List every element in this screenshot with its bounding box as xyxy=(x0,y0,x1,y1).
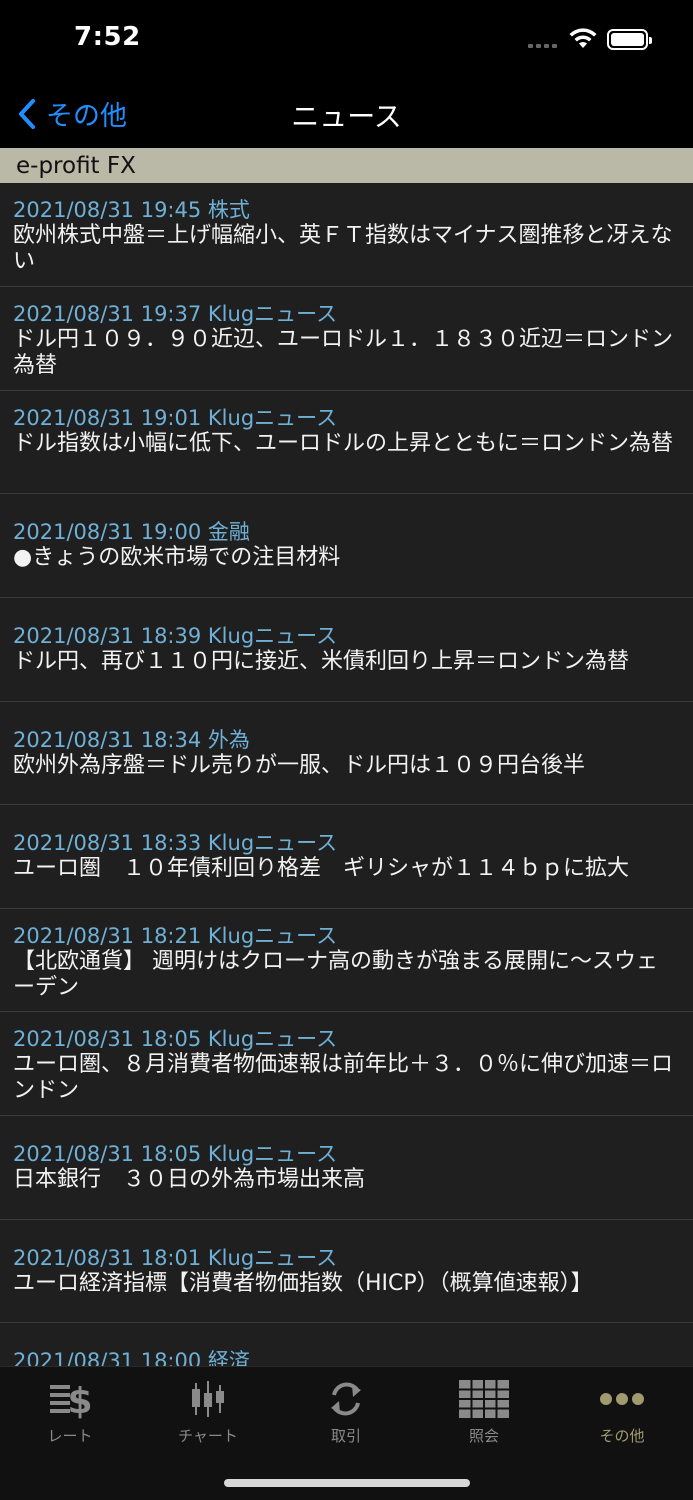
tab-label: レート xyxy=(47,1427,93,1445)
news-item[interactable]: 2021/08/31 18:39 Klugニュース ドル円、再び１１０円に接近、… xyxy=(0,598,693,702)
more-icon xyxy=(553,1375,691,1423)
news-list[interactable]: 2021/08/31 19:45 株式 欧州株式中盤＝上げ幅縮小、英ＦＴ指数はマ… xyxy=(0,183,693,1366)
trade-icon xyxy=(277,1375,415,1423)
news-headline: ユーロ圏、８月消費者物価速報は前年比＋３．０％に伸び加速＝ロンドン xyxy=(13,1052,674,1103)
news-headline: 欧州株式中盤＝上げ幅縮小、英ＦＴ指数はマイナス圏推移と冴えない xyxy=(13,223,673,274)
tab-label: その他 xyxy=(599,1427,645,1445)
svg-text:$: $ xyxy=(67,1381,92,1419)
news-item[interactable]: 2021/08/31 18:33 Klugニュース ユーロ圏 １０年債利回り格差… xyxy=(0,805,693,909)
news-headline: ドル指数は小幅に低下、ユーロドルの上昇とともに＝ロンドン為替 xyxy=(13,431,674,456)
news-meta: 2021/08/31 19:00 金融 xyxy=(13,520,250,544)
news-headline: ●きょうの欧米市場での注目材料 xyxy=(13,545,341,570)
wifi-icon xyxy=(568,27,598,53)
news-meta: 2021/08/31 19:45 株式 xyxy=(13,198,250,222)
news-item[interactable]: 2021/08/31 19:45 株式 欧州株式中盤＝上げ幅縮小、英ＦＴ指数はマ… xyxy=(0,183,693,287)
news-item[interactable]: 2021/08/31 18:34 外為 欧州外為序盤＝ドル売りが一服、ドル円は１… xyxy=(0,702,693,805)
news-meta: 2021/08/31 18:01 Klugニュース xyxy=(13,1246,338,1270)
tab-label: 取引 xyxy=(330,1427,361,1445)
page-title: ニュース xyxy=(291,100,402,133)
news-meta: 2021/08/31 18:33 Klugニュース xyxy=(13,831,338,855)
inquiry-icon xyxy=(415,1375,553,1423)
tab-label: チャート xyxy=(178,1427,238,1445)
news-headline: ユーロ経済指標【消費者物価指数（HICP）（概算値速報）】 xyxy=(13,1271,593,1296)
news-meta: 2021/08/31 19:01 Klugニュース xyxy=(13,406,338,430)
tab-label: 照会 xyxy=(468,1427,499,1445)
news-item[interactable]: 2021/08/31 19:00 金融 ●きょうの欧米市場での注目材料 xyxy=(0,494,693,598)
status-time: 7:52 xyxy=(74,22,141,52)
navigation-bar: その他 ニュース xyxy=(0,80,693,148)
news-headline: 【北欧通貨】 週明けはクローナ高の動きが強まる展開に～スウェーデン xyxy=(13,949,658,1000)
tab-chart[interactable]: チャート xyxy=(139,1375,277,1446)
news-meta: 2021/08/31 18:34 外為 xyxy=(13,728,250,752)
news-meta: 2021/08/31 18:00 経済 xyxy=(13,1349,250,1366)
news-meta: 2021/08/31 18:39 Klugニュース xyxy=(13,624,338,648)
tab-trade[interactable]: 取引 xyxy=(277,1375,415,1446)
news-meta: 2021/08/31 18:21 Klugニュース xyxy=(13,924,338,948)
news-meta: 2021/08/31 18:05 Klugニュース xyxy=(13,1027,338,1051)
status-bar: 7:52 xyxy=(0,0,693,80)
battery-icon xyxy=(607,29,652,50)
rate-icon: $ xyxy=(1,1375,139,1423)
home-indicator[interactable] xyxy=(224,1479,470,1487)
news-headline: 日本銀行 ３０日の外為市場出来高 xyxy=(13,1167,366,1192)
news-headline: ユーロ圏 １０年債利回り格差 ギリシャが１１４ｂｐに拡大 xyxy=(13,856,630,881)
tab-more[interactable]: その他 xyxy=(553,1375,691,1446)
chart-icon xyxy=(139,1375,277,1423)
news-headline: ドル円１０９．９０近辺、ユーロドル１．１８３０近辺＝ロンドン為替 xyxy=(13,327,674,378)
tab-inquiry[interactable]: 照会 xyxy=(415,1375,553,1446)
news-item[interactable]: 2021/08/31 18:21 Klugニュース 【北欧通貨】 週明けはクロー… xyxy=(0,909,693,1012)
news-item[interactable]: 2021/08/31 18:00 経済 xyxy=(0,1323,693,1366)
news-meta: 2021/08/31 18:05 Klugニュース xyxy=(13,1142,338,1166)
news-item[interactable]: 2021/08/31 18:05 Klugニュース ユーロ圏、８月消費者物価速報… xyxy=(0,1012,693,1116)
tab-rate[interactable]: $ レート xyxy=(1,1375,139,1446)
news-item[interactable]: 2021/08/31 18:01 Klugニュース ユーロ経済指標【消費者物価指… xyxy=(0,1220,693,1323)
news-headline: 欧州外為序盤＝ドル売りが一服、ドル円は１０９円台後半 xyxy=(13,753,586,778)
news-meta: 2021/08/31 19:37 Klugニュース xyxy=(13,302,338,326)
news-item[interactable]: 2021/08/31 18:05 Klugニュース 日本銀行 ３０日の外為市場出… xyxy=(0,1116,693,1220)
cellular-signal-icon xyxy=(528,44,557,48)
news-item[interactable]: 2021/08/31 19:37 Klugニュース ドル円１０９．９０近辺、ユー… xyxy=(0,287,693,391)
news-item[interactable]: 2021/08/31 19:01 Klugニュース ドル指数は小幅に低下、ユーロ… xyxy=(0,391,693,494)
section-header: e-profit FX xyxy=(0,148,693,183)
news-headline: ドル円、再び１１０円に接近、米債利回り上昇＝ロンドン為替 xyxy=(13,649,630,674)
